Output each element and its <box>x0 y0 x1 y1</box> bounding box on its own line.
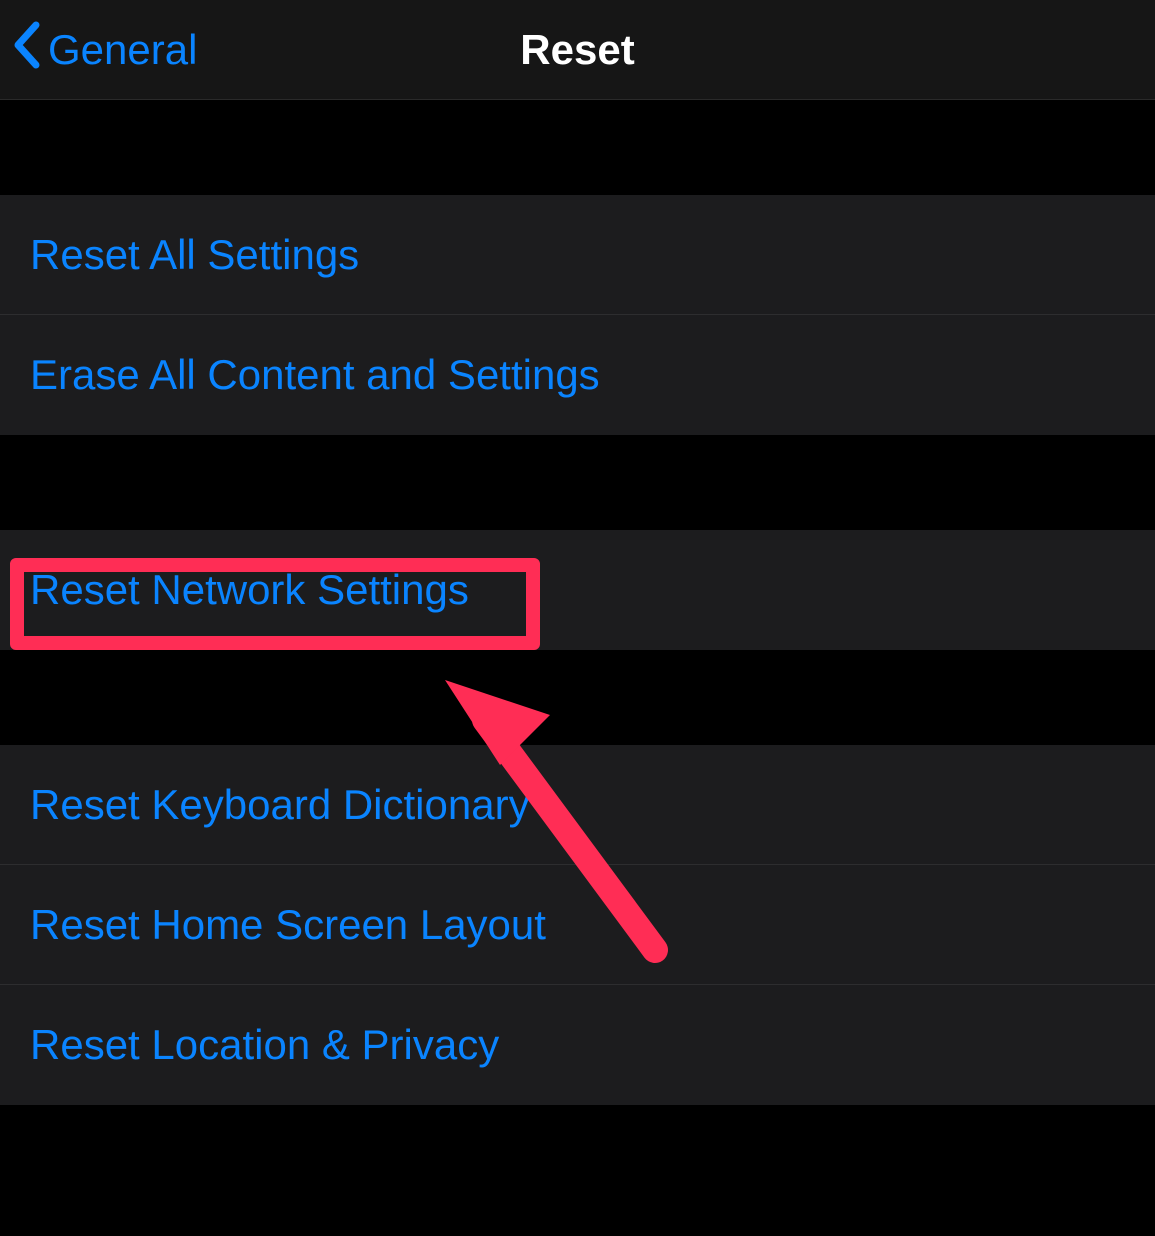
item-label: Reset Home Screen Layout <box>30 901 546 949</box>
section-gap <box>0 100 1155 195</box>
item-label: Reset Network Settings <box>30 566 469 614</box>
item-label: Reset Location & Privacy <box>30 1021 499 1069</box>
page-title: Reset <box>520 26 634 74</box>
reset-location-privacy-item[interactable]: Reset Location & Privacy <box>0 985 1155 1105</box>
back-button[interactable]: General <box>0 21 197 78</box>
section-gap <box>0 650 1155 745</box>
chevron-left-icon <box>12 21 40 78</box>
reset-network-settings-item[interactable]: Reset Network Settings <box>0 530 1155 650</box>
item-label: Reset Keyboard Dictionary <box>30 781 530 829</box>
reset-keyboard-dictionary-item[interactable]: Reset Keyboard Dictionary <box>0 745 1155 865</box>
erase-all-content-item[interactable]: Erase All Content and Settings <box>0 315 1155 435</box>
settings-group-1: Reset All Settings Erase All Content and… <box>0 195 1155 435</box>
reset-all-settings-item[interactable]: Reset All Settings <box>0 195 1155 315</box>
item-label: Erase All Content and Settings <box>30 351 600 399</box>
reset-home-screen-layout-item[interactable]: Reset Home Screen Layout <box>0 865 1155 985</box>
back-label: General <box>48 26 197 74</box>
settings-group-3: Reset Keyboard Dictionary Reset Home Scr… <box>0 745 1155 1105</box>
item-label: Reset All Settings <box>30 231 359 279</box>
section-gap <box>0 435 1155 530</box>
settings-group-2: Reset Network Settings <box>0 530 1155 650</box>
navigation-bar: General Reset <box>0 0 1155 100</box>
